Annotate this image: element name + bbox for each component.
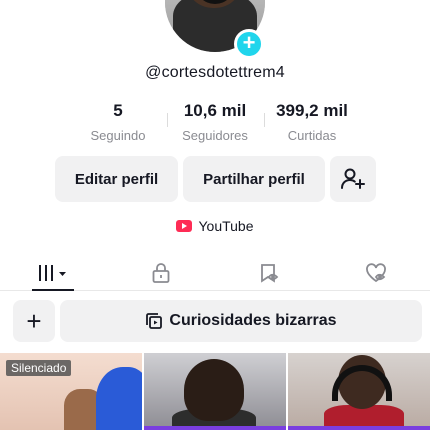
share-profile-button[interactable]: Partilhar perfil — [183, 156, 325, 202]
tab-saved[interactable] — [215, 255, 323, 290]
tab-liked[interactable] — [323, 255, 430, 290]
video-thumbnail[interactable] — [288, 353, 430, 430]
profile-tabs — [0, 255, 430, 291]
stat-likes-label: Curtidas — [287, 128, 337, 143]
add-playlist-button[interactable]: + — [13, 300, 55, 342]
profile-avatar[interactable]: + — [165, 0, 265, 59]
heart-eye-icon — [366, 262, 387, 282]
stat-likes-value: 399,2 mil — [276, 101, 348, 120]
youtube-icon — [176, 220, 193, 232]
stat-following[interactable]: 5 Seguindo — [70, 101, 167, 143]
youtube-link-label: YouTube — [198, 218, 254, 234]
bookmark-eye-icon — [260, 263, 279, 283]
playlist-button[interactable]: Curiosidades bizarras — [60, 300, 422, 342]
plus-icon: + — [242, 30, 256, 55]
add-friend-button[interactable] — [330, 156, 376, 202]
username: @cortesdotettrem4 — [145, 64, 285, 81]
tab-private[interactable] — [108, 255, 216, 290]
stat-followers-value: 10,6 mil — [183, 101, 247, 120]
playlist-label: Curiosidades bizarras — [169, 312, 337, 329]
stat-following-value: 5 — [113, 101, 123, 120]
profile-actions: Editar perfil Partilhar perfil — [55, 156, 376, 202]
muted-badge: Silenciado — [6, 360, 72, 376]
edit-profile-button[interactable]: Editar perfil — [55, 156, 178, 202]
video-grid: Silenciado — [0, 353, 430, 430]
stat-followers-label: Seguidores — [182, 128, 248, 143]
playlist-row: + Curiosidades bizarras — [13, 300, 422, 342]
playlist-icon — [146, 313, 163, 329]
stat-following-label: Seguindo — [90, 128, 146, 143]
plus-icon: + — [26, 305, 42, 336]
tab-videos[interactable] — [0, 255, 108, 291]
video-thumbnail[interactable]: Silenciado — [0, 353, 142, 430]
stat-followers[interactable]: 10,6 mil Seguidores — [166, 101, 264, 143]
add-user-icon — [341, 168, 365, 189]
video-thumbnail[interactable] — [144, 353, 286, 430]
youtube-link[interactable]: YouTube — [0, 218, 430, 234]
videos-grid-icon — [38, 264, 66, 281]
add-story-button[interactable]: + — [234, 29, 264, 59]
lock-icon — [152, 262, 170, 283]
stat-likes[interactable]: 399,2 mil Curtidas — [263, 101, 361, 143]
stats-row: 5 Seguindo 10,6 mil Seguidores 399,2 mil… — [0, 101, 430, 143]
